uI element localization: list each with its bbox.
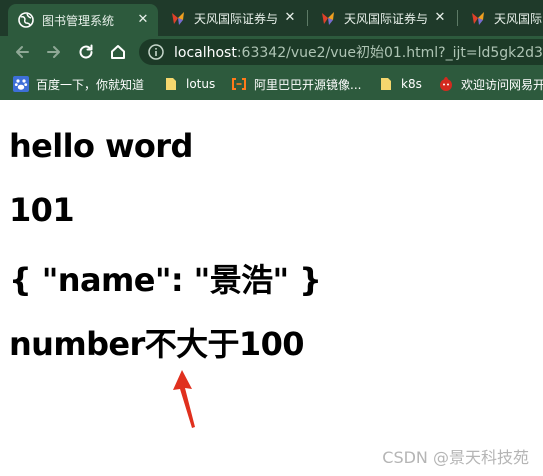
tab-active[interactable]: 图书管理系统 ✕ (8, 4, 158, 36)
tab-close-icon[interactable]: ✕ (136, 13, 150, 27)
bookmark-label: 阿里巴巴开源镜像... (254, 77, 362, 92)
annotation-arrow-icon (173, 370, 195, 428)
tab-close-icon[interactable]: ✕ (433, 11, 447, 25)
bookmark-label: lotus (186, 77, 216, 91)
reload-button[interactable] (74, 40, 98, 64)
tab-title: 图书管理系统 (42, 13, 115, 28)
address-bar[interactable]: localhost:63342/vue2/vue初始01.html?_ijt=l… (139, 39, 543, 65)
page-content: hello word 101 { "name": "景浩" } number不大… (0, 100, 543, 476)
heading-hello: hello word (9, 127, 193, 165)
tab-strip: 图书管理系统 ✕ 天风国际证券与 ✕ 天风国际证券与 ✕ 天风国际 (0, 0, 543, 36)
heading-number: 101 (9, 191, 75, 229)
bookmark-item[interactable]: 阿里巴巴开源镜像... (231, 68, 361, 100)
heading-condition: number不大于100 (9, 325, 305, 363)
info-icon[interactable] (148, 44, 164, 60)
baidu-paw-icon (13, 76, 29, 92)
bookmark-item[interactable]: 欢迎访问网易开 (438, 68, 543, 100)
url-path: :63342/vue2/vue初始01.html?_ijt=ld5gk2d3ej… (236, 45, 543, 61)
tianfeng-logo-icon (322, 12, 334, 25)
back-button[interactable] (10, 40, 34, 64)
tab[interactable]: 天风国际证券与 ✕ (160, 0, 305, 36)
aliyun-icon (232, 78, 246, 90)
watermark: CSDN @景天科技苑 (382, 448, 529, 467)
home-button[interactable] (106, 40, 130, 64)
tab[interactable]: 天风国际 (460, 0, 543, 36)
reload-icon (79, 44, 93, 59)
globe-icon (18, 12, 34, 28)
heading-json: { "name": "景浩" } (9, 261, 322, 299)
bookmarks-bar: 百度一下，你就知道 lotus 阿里巴巴开源镜像... k8s 欢迎访问网易开 (0, 68, 543, 100)
forward-button[interactable] (42, 40, 66, 64)
forward-arrow-icon (47, 46, 60, 58)
tianfeng-logo-icon (172, 12, 184, 25)
back-arrow-icon (16, 46, 29, 58)
netease-icon (440, 77, 452, 91)
tianfeng-logo-icon (472, 12, 484, 25)
tab-separator (457, 10, 458, 26)
tab-separator (307, 10, 308, 26)
folder-icon (381, 78, 391, 90)
home-icon (111, 45, 125, 59)
folder-icon (166, 78, 176, 90)
bookmark-item[interactable]: k8s (378, 68, 422, 100)
bookmark-label: 百度一下，你就知道 (36, 77, 145, 92)
bookmark-item[interactable]: 百度一下，你就知道 (13, 68, 144, 100)
url-host: localhost (174, 45, 237, 61)
tab-title: 天风国际 (494, 11, 543, 26)
bookmark-label: 欢迎访问网易开 (461, 77, 543, 92)
bookmark-label: k8s (401, 77, 422, 91)
bookmark-item[interactable]: lotus (163, 68, 215, 100)
tab-close-icon[interactable]: ✕ (283, 11, 297, 25)
browser-toolbar: localhost:63342/vue2/vue初始01.html?_ijt=l… (0, 36, 543, 68)
tab[interactable]: 天风国际证券与 ✕ (310, 0, 455, 36)
url-text: localhost:63342/vue2/vue初始01.html?_ijt=l… (174, 42, 543, 62)
